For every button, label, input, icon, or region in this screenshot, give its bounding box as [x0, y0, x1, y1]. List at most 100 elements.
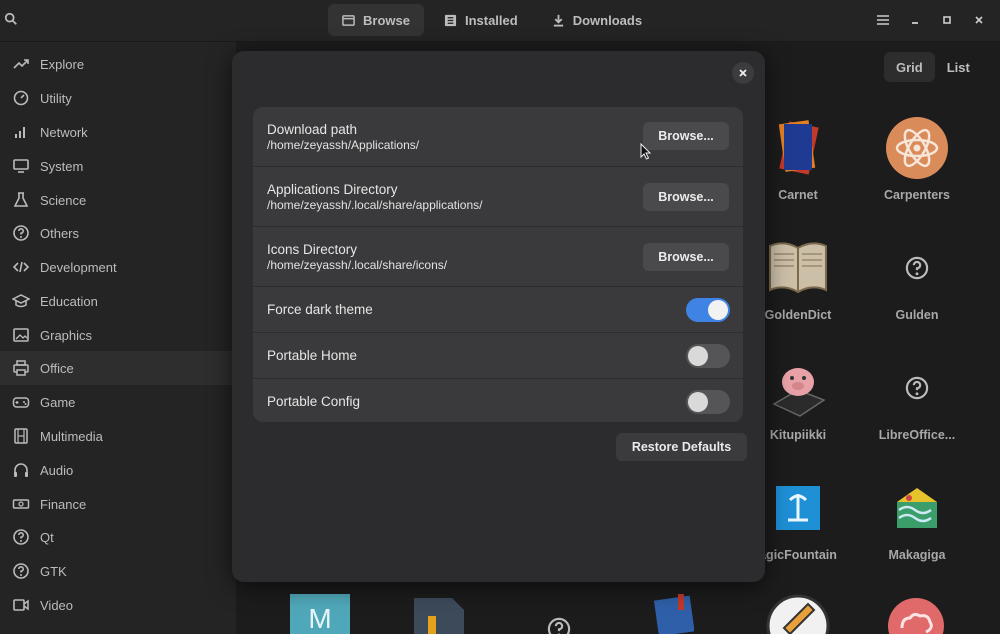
- view-switcher: Browse Installed Downloads: [328, 4, 656, 36]
- sidebar-item-explore[interactable]: Explore: [0, 47, 236, 81]
- maximize-button[interactable]: [934, 7, 960, 33]
- mouse-cursor-icon: [640, 143, 651, 160]
- sidebar-item-qt[interactable]: Qt: [0, 520, 236, 554]
- bookmark-book-icon[interactable]: [654, 594, 694, 634]
- sidebar-item-education[interactable]: Education: [0, 284, 236, 318]
- fountain-icon: [766, 476, 830, 540]
- applications-directory-row: Applications Directory /home/zeyassh/.lo…: [253, 167, 743, 227]
- sidebar-item-development[interactable]: Development: [0, 250, 236, 284]
- minimize-button[interactable]: [902, 7, 928, 33]
- app-label: LibreOffice...: [878, 428, 956, 442]
- app-label: agicFountain: [759, 548, 837, 562]
- force-dark-theme-switch[interactable]: [686, 298, 730, 322]
- question-icon: [885, 356, 949, 420]
- sidebar-item-utility[interactable]: Utility: [0, 81, 236, 115]
- portable-config-row: Portable Config: [253, 379, 743, 422]
- grid-view-button[interactable]: Grid: [884, 52, 935, 82]
- question-icon: [13, 563, 29, 579]
- money-icon: [12, 499, 30, 509]
- sidebar-item-game[interactable]: Game: [0, 385, 236, 419]
- question-icon[interactable]: [546, 616, 572, 634]
- row-title: Download path: [267, 122, 358, 137]
- pencil-app-icon[interactable]: [766, 594, 830, 634]
- sidebar-item-finance[interactable]: Finance: [0, 487, 236, 521]
- atom-icon: [885, 116, 949, 180]
- sidebar-item-graphics[interactable]: Graphics: [0, 318, 236, 352]
- menu-button[interactable]: [870, 7, 896, 33]
- portable-home-switch[interactable]: [686, 344, 730, 368]
- sidebar-item-label: Qt: [40, 529, 54, 545]
- sidebar-item-video[interactable]: Video: [0, 588, 236, 622]
- window-controls: [870, 7, 992, 33]
- sidebar-item-gtk[interactable]: GTK: [0, 554, 236, 588]
- sidebar-item-others[interactable]: Others: [0, 216, 236, 250]
- preferences-dialog: Download path /home/zeyassh/Applications…: [232, 51, 765, 582]
- browse-download-path-button[interactable]: Browse...: [643, 122, 729, 150]
- icons-directory-row: Icons Directory /home/zeyassh/.local/sha…: [253, 227, 743, 287]
- code-icon: [12, 261, 30, 273]
- close-icon: [975, 16, 983, 24]
- app-label: Kitupiikki: [769, 428, 827, 442]
- sidebar-item-multimedia[interactable]: Multimedia: [0, 419, 236, 453]
- sidebar-item-label: Explore: [40, 56, 85, 72]
- close-window-button[interactable]: [966, 7, 992, 33]
- preferences-list: Download path /home/zeyassh/Applications…: [253, 107, 743, 422]
- installed-icon: [444, 14, 457, 26]
- m-app-icon[interactable]: M: [290, 594, 350, 634]
- tab-browse[interactable]: Browse: [328, 4, 424, 36]
- app-tile-makagiga[interactable]: Makagiga: [857, 476, 977, 562]
- maximize-icon: [943, 16, 951, 24]
- sidebar-item-network[interactable]: Network: [0, 115, 236, 149]
- download-icon: [553, 14, 563, 27]
- sidebar-item-label: Others: [40, 225, 80, 241]
- category-sidebar: Explore Utility Network System Science O…: [0, 42, 236, 634]
- portable-config-switch[interactable]: [686, 390, 730, 414]
- sidebar-item-science[interactable]: Science: [0, 183, 236, 217]
- browse-icon: [342, 14, 355, 26]
- restore-defaults-button[interactable]: Restore Defaults: [616, 433, 747, 461]
- sidebar-item-office[interactable]: Office: [0, 351, 236, 385]
- close-icon: [739, 69, 747, 77]
- app-label: Carnet: [778, 188, 818, 202]
- row-path: /home/zeyassh/.local/share/applications/: [267, 198, 483, 212]
- makagiga-icon: [885, 476, 949, 540]
- app-tile-gulden[interactable]: Gulden: [857, 236, 977, 322]
- app-tile-libreoffice[interactable]: LibreOffice...: [857, 356, 977, 442]
- brain-app-icon[interactable]: [886, 594, 946, 634]
- switch-knob: [688, 392, 708, 412]
- portable-home-row: Portable Home: [253, 333, 743, 379]
- switch-knob: [688, 346, 708, 366]
- film-icon: [14, 428, 28, 444]
- printer-icon: [13, 360, 29, 376]
- sidebar-item-system[interactable]: System: [0, 149, 236, 183]
- app-tile-carpenters[interactable]: Carpenters: [857, 116, 977, 202]
- trending-icon: [13, 59, 29, 69]
- list-view-button[interactable]: List: [935, 52, 982, 82]
- search-icon[interactable]: [4, 12, 18, 26]
- app-label: Makagiga: [888, 548, 946, 562]
- sidebar-item-label: System: [40, 158, 84, 174]
- sidebar-item-audio[interactable]: Audio: [0, 453, 236, 487]
- dialog-close-button[interactable]: [732, 62, 754, 84]
- row-path: /home/zeyassh/.local/share/icons/: [267, 258, 448, 272]
- gauge-icon: [13, 90, 29, 106]
- app-label: Gulden: [895, 308, 939, 322]
- carnet-icon: [766, 116, 830, 180]
- document-app-icon[interactable]: [414, 598, 464, 634]
- row-title: Force dark theme: [267, 302, 373, 317]
- sidebar-item-label: Graphics: [40, 327, 93, 343]
- browse-icons-directory-button[interactable]: Browse...: [643, 243, 729, 271]
- tab-downloads[interactable]: Downloads: [538, 4, 656, 36]
- row-title: Applications Directory: [267, 182, 398, 197]
- switch-knob: [708, 300, 728, 320]
- view-toggle: Grid List: [884, 52, 982, 82]
- app-label: GoldenDict: [764, 308, 832, 322]
- header-bar: Browse Installed Downloads: [0, 0, 1000, 42]
- browse-applications-directory-button[interactable]: Browse...: [643, 183, 729, 211]
- sidebar-item-label: Game: [40, 394, 76, 410]
- flask-icon: [13, 192, 29, 207]
- question-icon: [885, 236, 949, 300]
- headphones-icon: [14, 463, 28, 477]
- tab-installed[interactable]: Installed: [430, 4, 532, 36]
- sidebar-item-label: Development: [40, 259, 117, 275]
